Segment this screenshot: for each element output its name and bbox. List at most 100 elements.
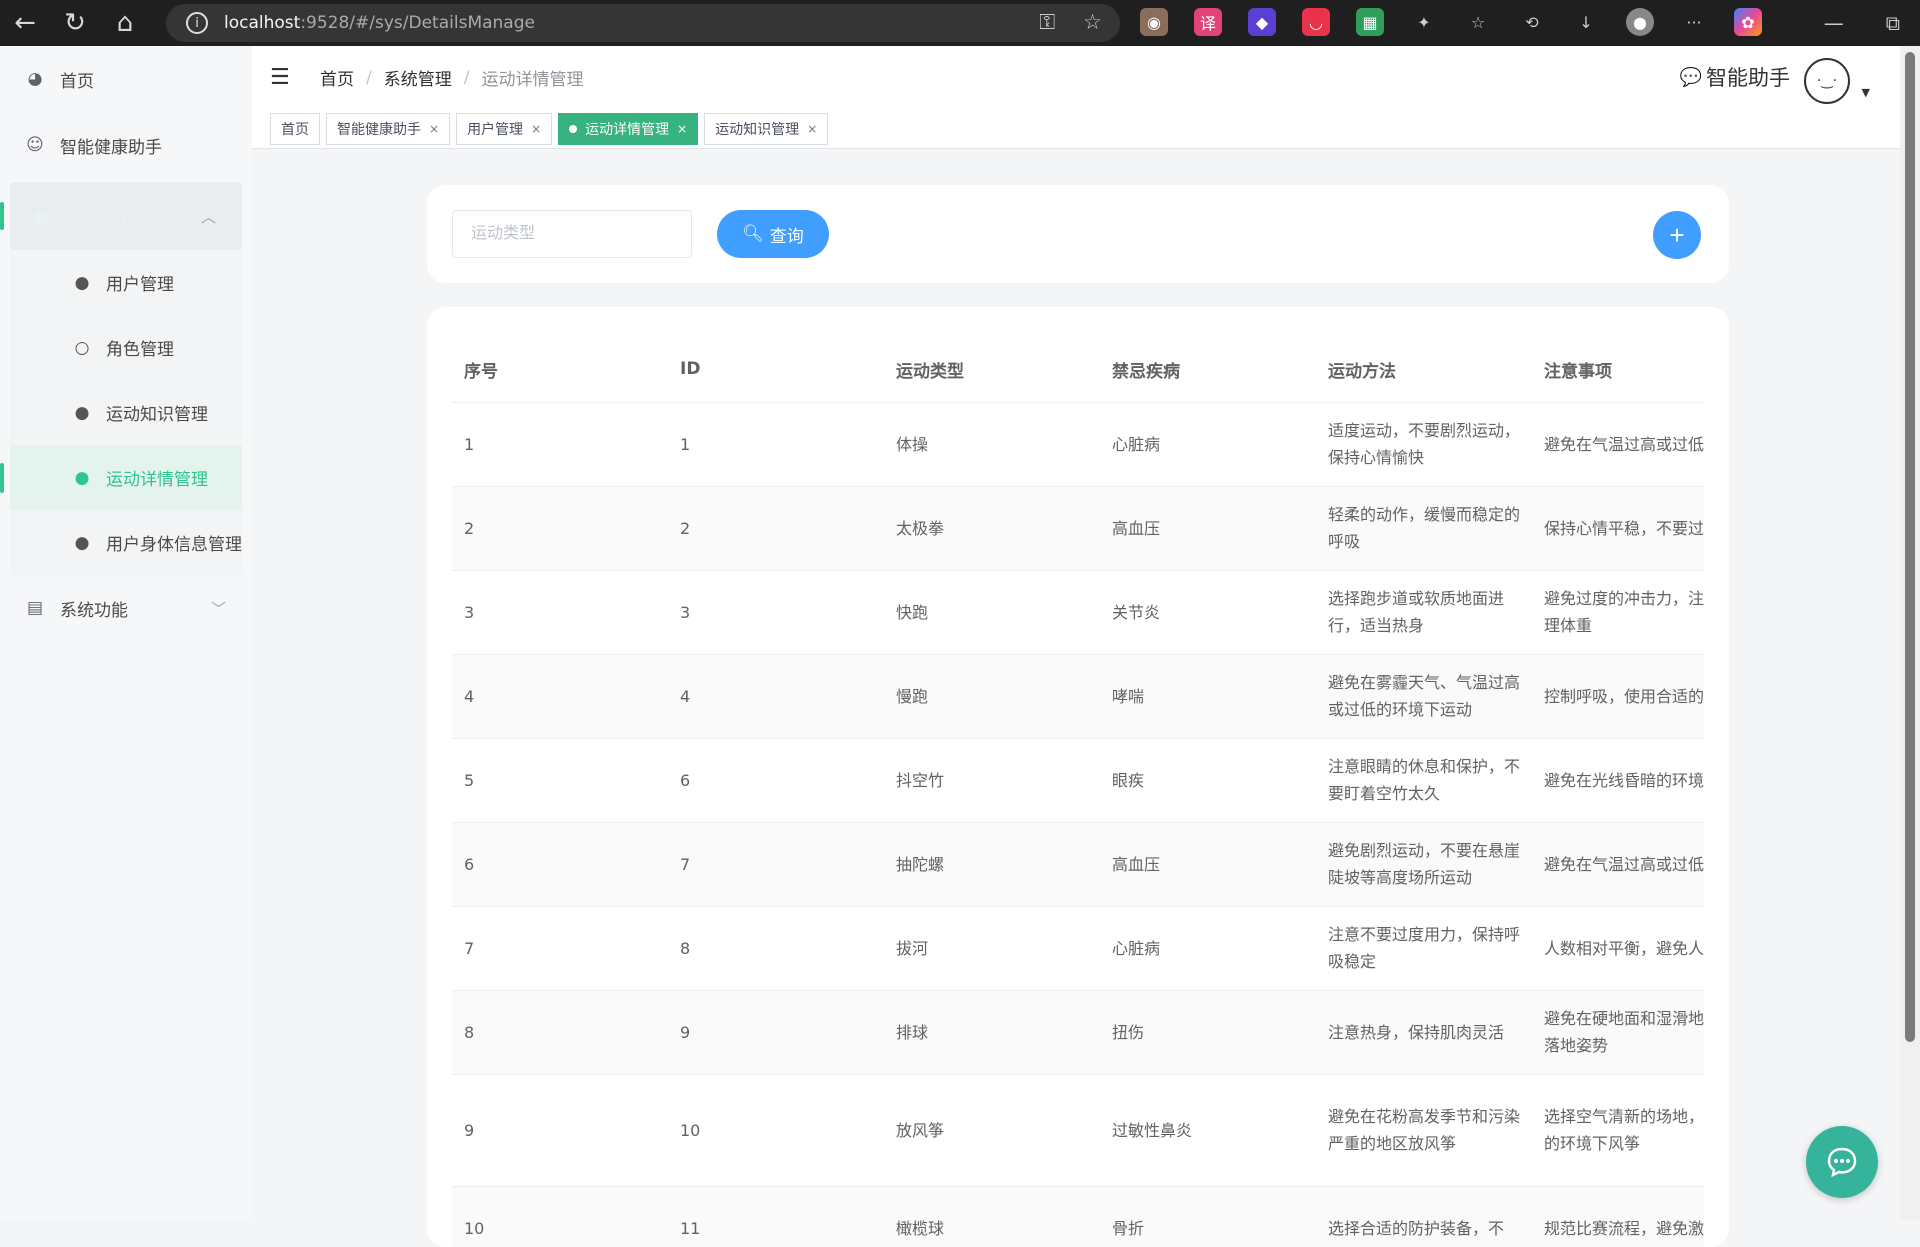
search-card: 🔍︎ 查询 + — [427, 185, 1729, 283]
cell-text: 3 — [464, 602, 475, 622]
info-icon[interactable]: i — [186, 12, 208, 34]
table-cell: 哮喘 — [1100, 654, 1316, 739]
sidebar-item-label: 系统功能 — [60, 600, 128, 621]
table-cell: 规范比赛流程，避免激 — [1532, 1186, 1704, 1247]
sidebar-item-exercise-knowledge[interactable]: ● 运动知识管理 — [10, 380, 242, 445]
cell-text: 适度运动，不要剧烈运动，保持心情愉快 — [1328, 421, 1520, 467]
key-icon[interactable]: ⚿ — [1039, 10, 1055, 35]
search-input[interactable] — [452, 210, 692, 258]
caret-down-icon[interactable]: ▼ — [1862, 86, 1870, 99]
dashboard-icon: ◕ — [27, 69, 43, 89]
tag-home[interactable]: 首页 — [270, 112, 320, 145]
pocket-icon[interactable]: ◡ — [1302, 8, 1330, 36]
breadcrumb-current: 运动详情管理 — [481, 70, 584, 90]
table-row[interactable]: 3 3 快跑 关节炎 选择跑步道或软质地面进行，适当热身避免过度的冲击力，注饮食，保持合… — [452, 570, 1704, 655]
document-icon: ▤ — [26, 598, 44, 618]
address-bar[interactable]: i localhost:9528/#/sys/DetailsManage ⚿ ☆ — [166, 4, 1120, 42]
restore-icon[interactable]: ⧉ — [1886, 11, 1900, 35]
tag-assistant[interactable]: 智能健康助手 × — [326, 112, 451, 145]
table-scroll-area[interactable]: 序号 ID 运动类型 禁忌疾病 运动方法 注意事项 1 1 体操 心脏病 适度运动，不要… — [452, 337, 1704, 1247]
tag-label: 智能健康助手 — [337, 121, 421, 138]
translate-extension-icon[interactable]: 译 — [1194, 8, 1222, 36]
tag-label: 运动详情管理 — [585, 121, 670, 138]
table-row[interactable]: 4 4 慢跑 哮喘 避免在雾霾天气、气温过高或过低的环境下运动 控制呼吸，使用合适的护装备 — [452, 654, 1704, 739]
user-icon: ● — [74, 272, 90, 293]
table-row[interactable]: 1 1 体操 心脏病 适度运动，不要剧烈运动，保持心情愉快 避免在气温过高或过低环境下运动 — [452, 402, 1704, 487]
cell-text: 橄榄球 — [896, 1218, 945, 1238]
download-icon[interactable]: ↓ — [1572, 8, 1600, 36]
table-row[interactable]: 6 7 抽陀螺 高血压 避免剧烈运动，不要在悬崖陡坡等高度场所运动 避免在气温过高或过低环… — [452, 822, 1704, 907]
sidebar-group-system-management[interactable]: ■ 系统管理 ︿ — [0, 182, 242, 250]
sidebar-item-user-management[interactable]: ● 用户管理 — [10, 250, 242, 315]
cell-text: 4 — [680, 686, 691, 706]
tag-label: 首页 — [281, 121, 309, 138]
breadcrumb-system[interactable]: 系统管理 — [384, 65, 452, 90]
sidebar-item-system-functions[interactable]: ▤ 系统功能 ﹀ — [0, 575, 252, 641]
table-cell: 选择空气清新的场地，要在风力过大的环境下风筝 — [1532, 1074, 1704, 1187]
puzzle-icon[interactable]: ✦ — [1410, 8, 1438, 36]
cell-text: 2 — [464, 518, 475, 538]
table-cell: 9 — [668, 990, 884, 1075]
reload-icon[interactable]: ↻ — [50, 0, 100, 46]
sidebar-item-assistant[interactable]: ☺ 智能健康助手 — [0, 112, 252, 178]
table-cell: 11 — [668, 1186, 884, 1247]
cell-text: 6 — [680, 770, 691, 790]
avatar[interactable]: ·‿· — [1804, 58, 1850, 104]
history-icon[interactable]: ⟲ — [1518, 8, 1546, 36]
exercise-details-table: 序号 ID 运动类型 禁忌疾病 运动方法 注意事项 1 1 体操 心脏病 适度运动，不要… — [452, 337, 1704, 1247]
table-cell: 选择合适的防护装备，不 — [1316, 1186, 1532, 1247]
table-cell: 适度运动，不要剧烈运动，保持心情愉快 — [1316, 402, 1532, 487]
table-row[interactable]: 9 10 放风筝 过敏性鼻炎 避免在花粉高发季节和污染严重的地区放风筝 选择空气清新的场地… — [452, 1074, 1704, 1187]
url-path: :9528/#/sys/DetailsManage — [300, 13, 535, 33]
sidebar-item-home[interactable]: ◕ 首页 — [0, 46, 252, 112]
table-row[interactable]: 7 8 拔河 心脏病 注意不要过度用力，保持呼吸稳定 人数相对平衡，避免人不足或过多 — [452, 906, 1704, 991]
close-icon[interactable]: × — [429, 122, 439, 136]
cell-text: 排球 — [896, 1022, 929, 1042]
extension-icon[interactable]: ◆ — [1248, 8, 1276, 36]
cell-text: 5 — [464, 770, 475, 790]
home-icon[interactable]: ⌂ — [100, 0, 150, 46]
hamburger-icon[interactable]: ☰ — [270, 65, 294, 90]
star-icon[interactable]: ☆ — [1083, 10, 1102, 35]
cell-text: 高血压 — [1112, 854, 1161, 874]
cell-text: 保持心情平稳，不要过紧张 — [1544, 518, 1704, 538]
tag-user-management[interactable]: 用户管理 × — [456, 112, 553, 145]
table-cell: 橄榄球 — [884, 1186, 1100, 1247]
tag-exercise-details[interactable]: 运动详情管理 × — [558, 112, 699, 145]
sidebar-item-body-info[interactable]: ● 用户身体信息管理 — [10, 510, 242, 575]
table-row[interactable]: 10 11 橄榄球 骨折 选择合适的防护装备，不 规范比赛流程，避免激 — [452, 1186, 1704, 1247]
tag-label: 运动知识管理 — [715, 121, 800, 138]
add-button[interactable]: + — [1653, 211, 1701, 259]
chat-float-button[interactable] — [1806, 1126, 1878, 1198]
table-cell: 避免在花粉高发季节和污染严重的地区放风筝 — [1316, 1074, 1532, 1187]
query-button-label: 查询 — [769, 226, 804, 246]
minimize-icon[interactable]: — — [1824, 11, 1844, 35]
page-scrollbar-thumb[interactable] — [1905, 52, 1915, 1042]
query-button[interactable]: 🔍︎ 查询 — [717, 210, 829, 258]
copilot-icon[interactable]: ✿ — [1734, 8, 1762, 36]
table-header-row: 序号 ID 运动类型 禁忌疾病 运动方法 注意事项 — [452, 337, 1704, 403]
extension-icon[interactable]: ◉ — [1140, 8, 1168, 36]
sidebar-item-exercise-details[interactable]: ● 运动详情管理 — [0, 445, 242, 510]
breadcrumb-home[interactable]: 首页 — [320, 65, 354, 90]
assistant-link[interactable]: 💬 智能助手 — [1680, 62, 1790, 92]
back-icon[interactable]: ← — [0, 0, 50, 46]
table-row[interactable]: 2 2 太极拳 高血压 轻柔的动作，缓慢而稳定的呼吸 保持心情平稳，不要过紧张 — [452, 486, 1704, 571]
profile-icon[interactable]: ● — [1626, 8, 1654, 36]
more-icon[interactable]: ··· — [1680, 8, 1708, 36]
sidebar-item-role-management[interactable]: ○ 角色管理 — [10, 315, 242, 380]
close-icon[interactable]: × — [677, 122, 687, 136]
sidebar: ◕ 首页 ☺ 智能健康助手 ■ 系统管理 ︿ ● 用户管理 ○ 角色管理 ● 运… — [0, 46, 252, 1220]
table-cell: 放风筝 — [884, 1074, 1100, 1187]
close-icon[interactable]: × — [807, 122, 817, 136]
table-row[interactable]: 8 9 排球 扭伤 注意热身，保持肌肉灵活 避免在硬地面和湿滑地上运动，注意落地姿势 — [452, 990, 1704, 1075]
search-icon: 🔍︎ — [742, 224, 764, 243]
column-header: 运动方法 — [1316, 337, 1532, 403]
chat-icon — [1827, 1147, 1857, 1178]
table-row[interactable]: 5 6 抖空竹 眼疾 注意眼睛的休息和保护，不要盯着空竹太久 避免在光线昏暗的环境玩抖空竹 — [452, 738, 1704, 823]
favorites-icon[interactable]: ☆ — [1464, 8, 1492, 36]
close-icon[interactable]: × — [531, 122, 541, 136]
spreadsheet-icon[interactable]: ▦ — [1356, 8, 1384, 36]
cell-text: 太极拳 — [896, 518, 945, 538]
tag-exercise-knowledge[interactable]: 运动知识管理 × — [704, 112, 829, 145]
